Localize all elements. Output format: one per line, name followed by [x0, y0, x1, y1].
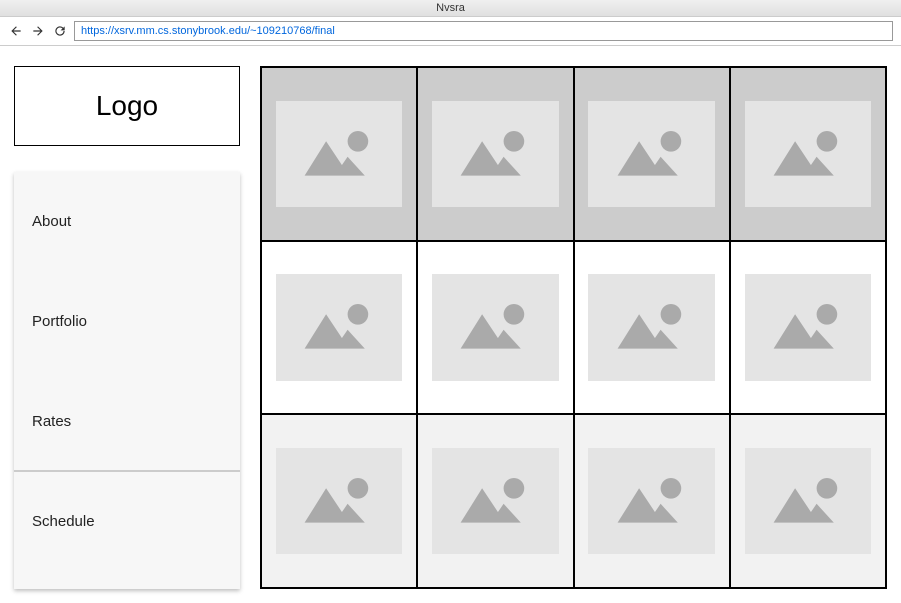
window-title: Nvsra — [0, 0, 901, 17]
image-placeholder — [432, 274, 558, 380]
image-icon — [452, 118, 538, 190]
refresh-icon — [53, 24, 67, 38]
image-icon — [765, 465, 851, 537]
image-placeholder — [588, 101, 714, 207]
image-placeholder — [432, 448, 558, 554]
back-button[interactable] — [8, 23, 24, 39]
image-icon — [296, 465, 382, 537]
image-placeholder — [588, 448, 714, 554]
grid-cell[interactable] — [261, 241, 417, 415]
forward-button[interactable] — [30, 23, 46, 39]
grid-cell[interactable] — [730, 67, 886, 241]
grid-cell[interactable] — [730, 241, 886, 415]
image-grid — [260, 66, 887, 589]
page-content: Logo About Portfolio Rates Schedule — [0, 46, 901, 603]
grid-cell[interactable] — [574, 241, 730, 415]
logo: Logo — [14, 66, 240, 146]
image-icon — [296, 291, 382, 363]
grid-cell[interactable] — [417, 241, 573, 415]
refresh-button[interactable] — [52, 23, 68, 39]
nav-item-portfolio[interactable]: Portfolio — [14, 272, 240, 372]
nav-item-schedule[interactable]: Schedule — [14, 472, 240, 572]
grid-cell[interactable] — [574, 67, 730, 241]
image-placeholder — [745, 274, 871, 380]
image-placeholder — [588, 274, 714, 380]
image-icon — [452, 465, 538, 537]
image-placeholder — [745, 101, 871, 207]
sidebar: Logo About Portfolio Rates Schedule — [14, 66, 240, 589]
browser-toolbar — [0, 17, 901, 46]
image-icon — [765, 118, 851, 190]
image-placeholder — [432, 101, 558, 207]
nav-item-rates[interactable]: Rates — [14, 372, 240, 472]
image-placeholder — [276, 101, 402, 207]
grid-cell[interactable] — [417, 414, 573, 588]
image-icon — [296, 118, 382, 190]
image-placeholder — [745, 448, 871, 554]
arrow-left-icon — [9, 24, 23, 38]
image-placeholder — [276, 274, 402, 380]
grid-cell[interactable] — [261, 414, 417, 588]
arrow-right-icon — [31, 24, 45, 38]
image-icon — [609, 291, 695, 363]
image-placeholder — [276, 448, 402, 554]
nav-item-about[interactable]: About — [14, 172, 240, 272]
image-icon — [609, 465, 695, 537]
grid-cell[interactable] — [261, 67, 417, 241]
grid-cell[interactable] — [574, 414, 730, 588]
nav-list: About Portfolio Rates Schedule — [14, 172, 240, 589]
grid-cell[interactable] — [730, 414, 886, 588]
grid-cell[interactable] — [417, 67, 573, 241]
url-input[interactable] — [74, 21, 893, 41]
image-icon — [452, 291, 538, 363]
image-icon — [609, 118, 695, 190]
image-icon — [765, 291, 851, 363]
